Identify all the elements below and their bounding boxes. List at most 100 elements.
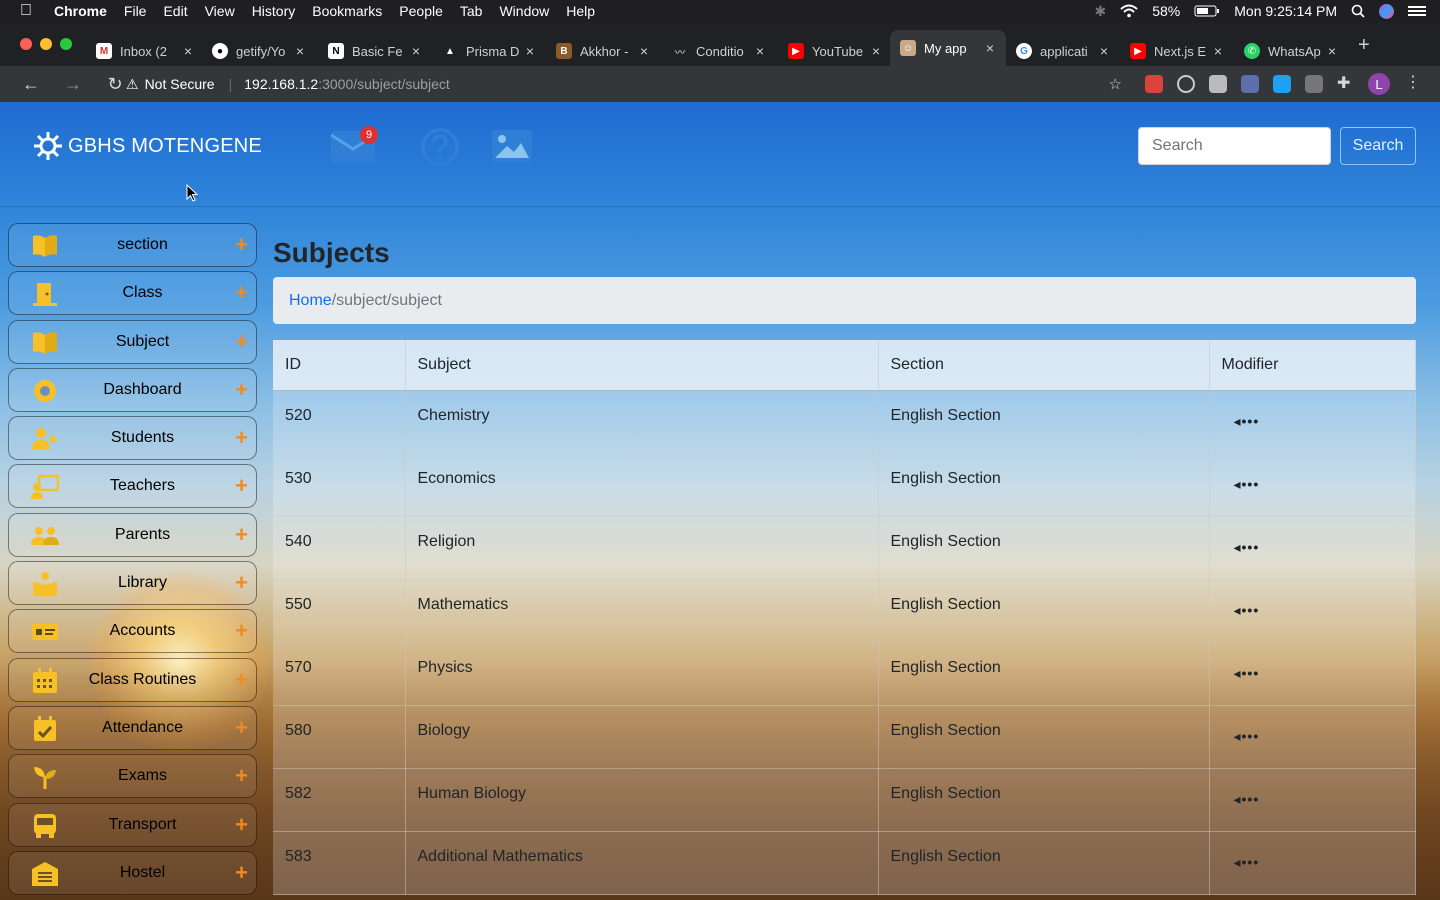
menu-window[interactable]: Window — [499, 3, 549, 19]
browser-tab-active[interactable]: ☺ My app × — [890, 30, 1006, 66]
column-header-subject[interactable]: Subject — [405, 340, 879, 391]
warning-triangle-icon[interactable]: ⚠ — [126, 76, 139, 93]
spotlight-search-icon[interactable] — [1351, 4, 1365, 18]
clock[interactable]: Mon 9:25:14 PM — [1234, 3, 1337, 19]
browser-tab[interactable]: 〰 Conditio × — [672, 36, 768, 66]
close-tab-icon[interactable]: × — [1210, 43, 1226, 59]
expand-plus-icon[interactable]: + — [235, 572, 248, 594]
extension-icon[interactable] — [1209, 75, 1227, 93]
sidebar-item-teachers[interactable]: Teachers + — [8, 464, 257, 509]
bluetooth-icon[interactable]: ✱ — [1095, 3, 1107, 20]
browser-tab[interactable]: ▶ Next.js E × — [1130, 36, 1226, 66]
browser-tab[interactable]: ▶ YouTube × — [788, 36, 884, 66]
control-center-icon[interactable] — [1408, 5, 1426, 17]
profile-avatar[interactable]: L — [1368, 73, 1390, 95]
sidebar-item-attendance[interactable]: Attendance + — [8, 705, 257, 750]
back-arrow-icon[interactable]: ← — [20, 74, 42, 95]
forward-arrow-icon[interactable]: → — [62, 74, 84, 95]
sidebar-item-dashboard[interactable]: Dashboard + — [8, 367, 257, 412]
sidebar-item-transport[interactable]: Transport + — [8, 802, 257, 847]
extension-icon[interactable] — [1145, 75, 1163, 93]
browser-tab[interactable]: ▲ Prisma D × — [442, 36, 538, 66]
menu-people[interactable]: People — [399, 3, 443, 19]
extension-icon[interactable] — [1305, 75, 1323, 93]
close-tab-icon[interactable]: × — [1096, 43, 1112, 59]
expand-plus-icon[interactable]: + — [235, 668, 248, 691]
expand-plus-icon[interactable]: + — [235, 234, 248, 256]
sidebar-item-section[interactable]: section + — [8, 223, 257, 267]
sidebar-item-parents[interactable]: Parents + — [8, 512, 257, 557]
sidebar-item-subject[interactable]: Subject + — [8, 319, 257, 364]
menu-view[interactable]: View — [205, 3, 235, 19]
sidebar-item-students[interactable]: Students + — [8, 416, 257, 461]
row-actions-icon[interactable]: ◂••• — [1234, 476, 1260, 493]
expand-plus-icon[interactable]: + — [235, 813, 248, 836]
row-actions-icon[interactable]: ◂••• — [1234, 539, 1260, 556]
image-gallery-icon[interactable] — [492, 130, 532, 162]
menu-app-name[interactable]: Chrome — [54, 3, 107, 19]
browser-tab[interactable]: G applicati × — [1016, 36, 1112, 66]
expand-plus-icon[interactable]: + — [235, 427, 248, 449]
brand[interactable]: GBHS MOTENGENE — [32, 130, 262, 162]
row-actions-icon[interactable]: ◂••• — [1234, 413, 1260, 430]
close-tab-icon[interactable]: × — [636, 43, 652, 59]
close-tab-icon[interactable]: × — [408, 43, 424, 59]
new-tab-button[interactable]: + — [1358, 34, 1370, 57]
expand-plus-icon[interactable]: + — [235, 523, 248, 546]
siri-icon[interactable] — [1379, 3, 1394, 19]
column-header-section[interactable]: Section — [878, 340, 1210, 391]
expand-plus-icon[interactable]: + — [235, 765, 248, 787]
sidebar-item-accounts[interactable]: Accounts + — [8, 609, 257, 654]
help-question-icon[interactable] — [421, 128, 459, 166]
close-tab-icon[interactable]: × — [292, 43, 308, 59]
close-tab-icon[interactable]: × — [752, 43, 768, 59]
sidebar-item-class[interactable]: Class + — [8, 271, 257, 316]
close-tab-icon[interactable]: × — [868, 43, 884, 59]
search-input[interactable] — [1138, 127, 1331, 165]
browser-tab[interactable]: M Inbox (2 × — [96, 36, 196, 66]
row-actions-icon[interactable]: ◂••• — [1234, 791, 1260, 808]
zoom-window-button[interactable] — [60, 38, 72, 50]
expand-plus-icon[interactable]: + — [235, 475, 248, 497]
close-tab-icon[interactable]: × — [522, 43, 538, 59]
address-bar[interactable]: ⚠ Not Secure | 192.168.1.2 :3000/subject… — [114, 70, 1134, 98]
battery-icon[interactable] — [1194, 5, 1220, 17]
extensions-puzzle-icon[interactable]: ✚ — [1337, 73, 1350, 93]
close-tab-icon[interactable]: × — [180, 43, 196, 59]
minimize-window-button[interactable] — [40, 38, 52, 50]
close-window-button[interactable] — [20, 38, 32, 50]
security-label[interactable]: Not Secure — [145, 76, 215, 92]
expand-plus-icon[interactable]: + — [235, 861, 248, 884]
sidebar-item-class-routines[interactable]: Class Routines + — [8, 657, 257, 702]
menu-bookmarks[interactable]: Bookmarks — [312, 3, 382, 19]
extension-icon[interactable] — [1177, 75, 1195, 93]
row-actions-icon[interactable]: ◂••• — [1234, 854, 1260, 871]
sidebar-item-library[interactable]: Library + — [8, 561, 257, 606]
browser-tab[interactable]: ✆ WhatsAp × — [1244, 36, 1340, 66]
expand-plus-icon[interactable]: + — [235, 716, 248, 739]
row-actions-icon[interactable]: ◂••• — [1234, 728, 1260, 745]
breadcrumb-home-link[interactable]: Home — [289, 292, 332, 310]
expand-plus-icon[interactable]: + — [235, 330, 248, 353]
menu-tab[interactable]: Tab — [460, 3, 483, 19]
row-actions-icon[interactable]: ◂••• — [1234, 602, 1260, 619]
browser-tab[interactable]: N Basic Fe × — [328, 36, 424, 66]
browser-tab[interactable]: B Akkhor - × — [556, 36, 652, 66]
browser-tab[interactable]: ● getify/Yo × — [212, 36, 308, 66]
extension-icon[interactable] — [1241, 75, 1259, 93]
column-header-modifier[interactable]: Modifier — [1209, 340, 1416, 391]
extension-icon[interactable] — [1273, 75, 1291, 93]
browser-menu-icon[interactable]: ⋮ — [1405, 72, 1421, 92]
row-actions-icon[interactable]: ◂••• — [1234, 665, 1260, 682]
sidebar-item-exams[interactable]: Exams + — [8, 754, 257, 799]
close-tab-icon[interactable]: × — [1324, 43, 1340, 59]
close-tab-icon[interactable]: × — [982, 40, 998, 56]
menu-history[interactable]: History — [252, 3, 296, 19]
menu-edit[interactable]: Edit — [163, 3, 187, 19]
column-header-id[interactable]: ID — [273, 340, 406, 391]
menu-file[interactable]: File — [124, 3, 147, 19]
wifi-icon[interactable] — [1120, 4, 1138, 18]
expand-plus-icon[interactable]: + — [235, 378, 248, 401]
expand-plus-icon[interactable]: + — [235, 620, 248, 642]
menu-help[interactable]: Help — [566, 3, 595, 19]
